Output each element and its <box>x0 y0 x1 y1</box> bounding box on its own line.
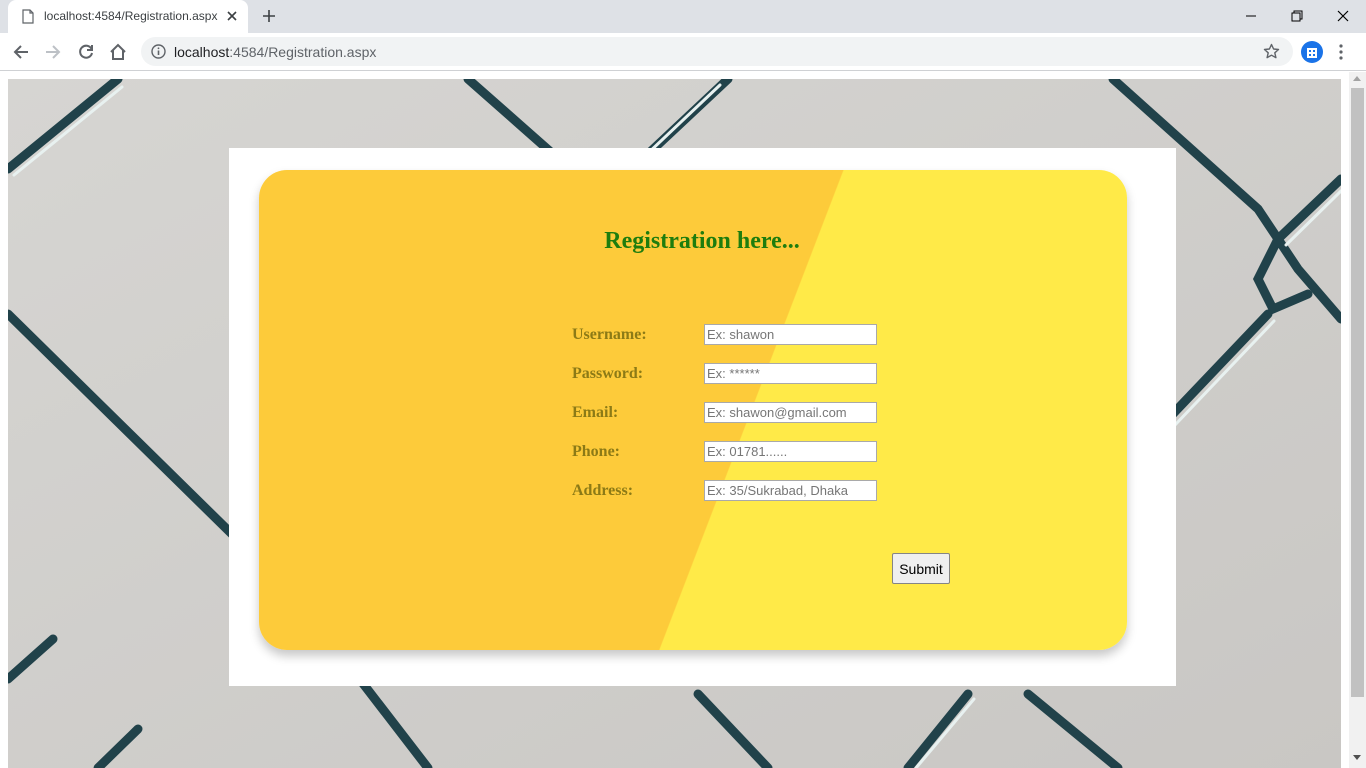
minimize-icon <box>1246 15 1256 17</box>
minimize-button[interactable] <box>1228 4 1274 28</box>
arrow-left-icon <box>13 45 28 59</box>
content-panel: Registration here... Username: Password:… <box>229 148 1176 686</box>
email-row: Email: <box>572 402 892 424</box>
url-text: localhost:4584/Registration.aspx <box>174 44 376 60</box>
browser-tab[interactable]: localhost:4584/Registration.aspx <box>8 0 248 33</box>
page-icon <box>22 9 34 24</box>
close-tab-icon[interactable] <box>224 8 240 24</box>
new-tab-icon[interactable] <box>261 8 277 24</box>
username-row: Username: <box>572 324 892 346</box>
phone-label: Phone: <box>572 443 620 460</box>
password-input[interactable] <box>704 363 877 384</box>
forward-button[interactable] <box>43 42 63 62</box>
restore-icon <box>1291 10 1303 22</box>
submit-button[interactable]: Submit <box>892 553 950 584</box>
star-icon[interactable] <box>1263 43 1280 60</box>
info-icon[interactable] <box>151 44 166 59</box>
scroll-thumb[interactable] <box>1351 88 1364 697</box>
restore-button[interactable] <box>1274 4 1320 28</box>
phone-input[interactable] <box>704 441 877 462</box>
page-viewport: Registration here... Username: Password:… <box>0 72 1349 768</box>
registration-card: Registration here... Username: Password:… <box>259 170 1127 650</box>
password-label: Password: <box>572 365 644 382</box>
url-path: :4584/Registration.aspx <box>229 44 377 60</box>
address-label: Address: <box>572 482 634 499</box>
username-label: Username: <box>572 326 647 343</box>
arrow-right-icon <box>46 45 61 59</box>
home-button[interactable] <box>108 42 128 62</box>
form-title: Registration here... <box>604 228 800 254</box>
back-button[interactable] <box>11 42 31 62</box>
phone-row: Phone: <box>572 441 892 463</box>
close-window-button[interactable] <box>1320 4 1366 28</box>
scroll-down-arrow-icon[interactable] <box>1353 755 1361 760</box>
reload-icon <box>79 44 93 59</box>
home-icon <box>110 43 126 60</box>
reload-button[interactable] <box>76 42 96 62</box>
tab-strip: localhost:4584/Registration.aspx <box>0 0 1366 33</box>
email-input[interactable] <box>704 402 877 423</box>
browser-toolbar: localhost:4584/Registration.aspx <box>0 33 1366 71</box>
password-row: Password: <box>572 363 892 385</box>
vertical-scrollbar[interactable] <box>1349 72 1366 768</box>
url-host: localhost <box>174 44 230 60</box>
address-input[interactable] <box>704 480 877 501</box>
address-row: Address: <box>572 480 892 502</box>
building-icon <box>1307 48 1317 58</box>
email-label: Email: <box>572 404 619 421</box>
menu-dots-icon[interactable] <box>1338 44 1344 60</box>
tab-title: localhost:4584/Registration.aspx <box>44 9 218 23</box>
username-input[interactable] <box>704 324 877 345</box>
scroll-up-arrow-icon[interactable] <box>1353 76 1361 81</box>
close-icon <box>1337 10 1349 22</box>
address-bar[interactable]: localhost:4584/Registration.aspx <box>141 37 1293 66</box>
profile-avatar-icon[interactable] <box>1301 41 1323 63</box>
